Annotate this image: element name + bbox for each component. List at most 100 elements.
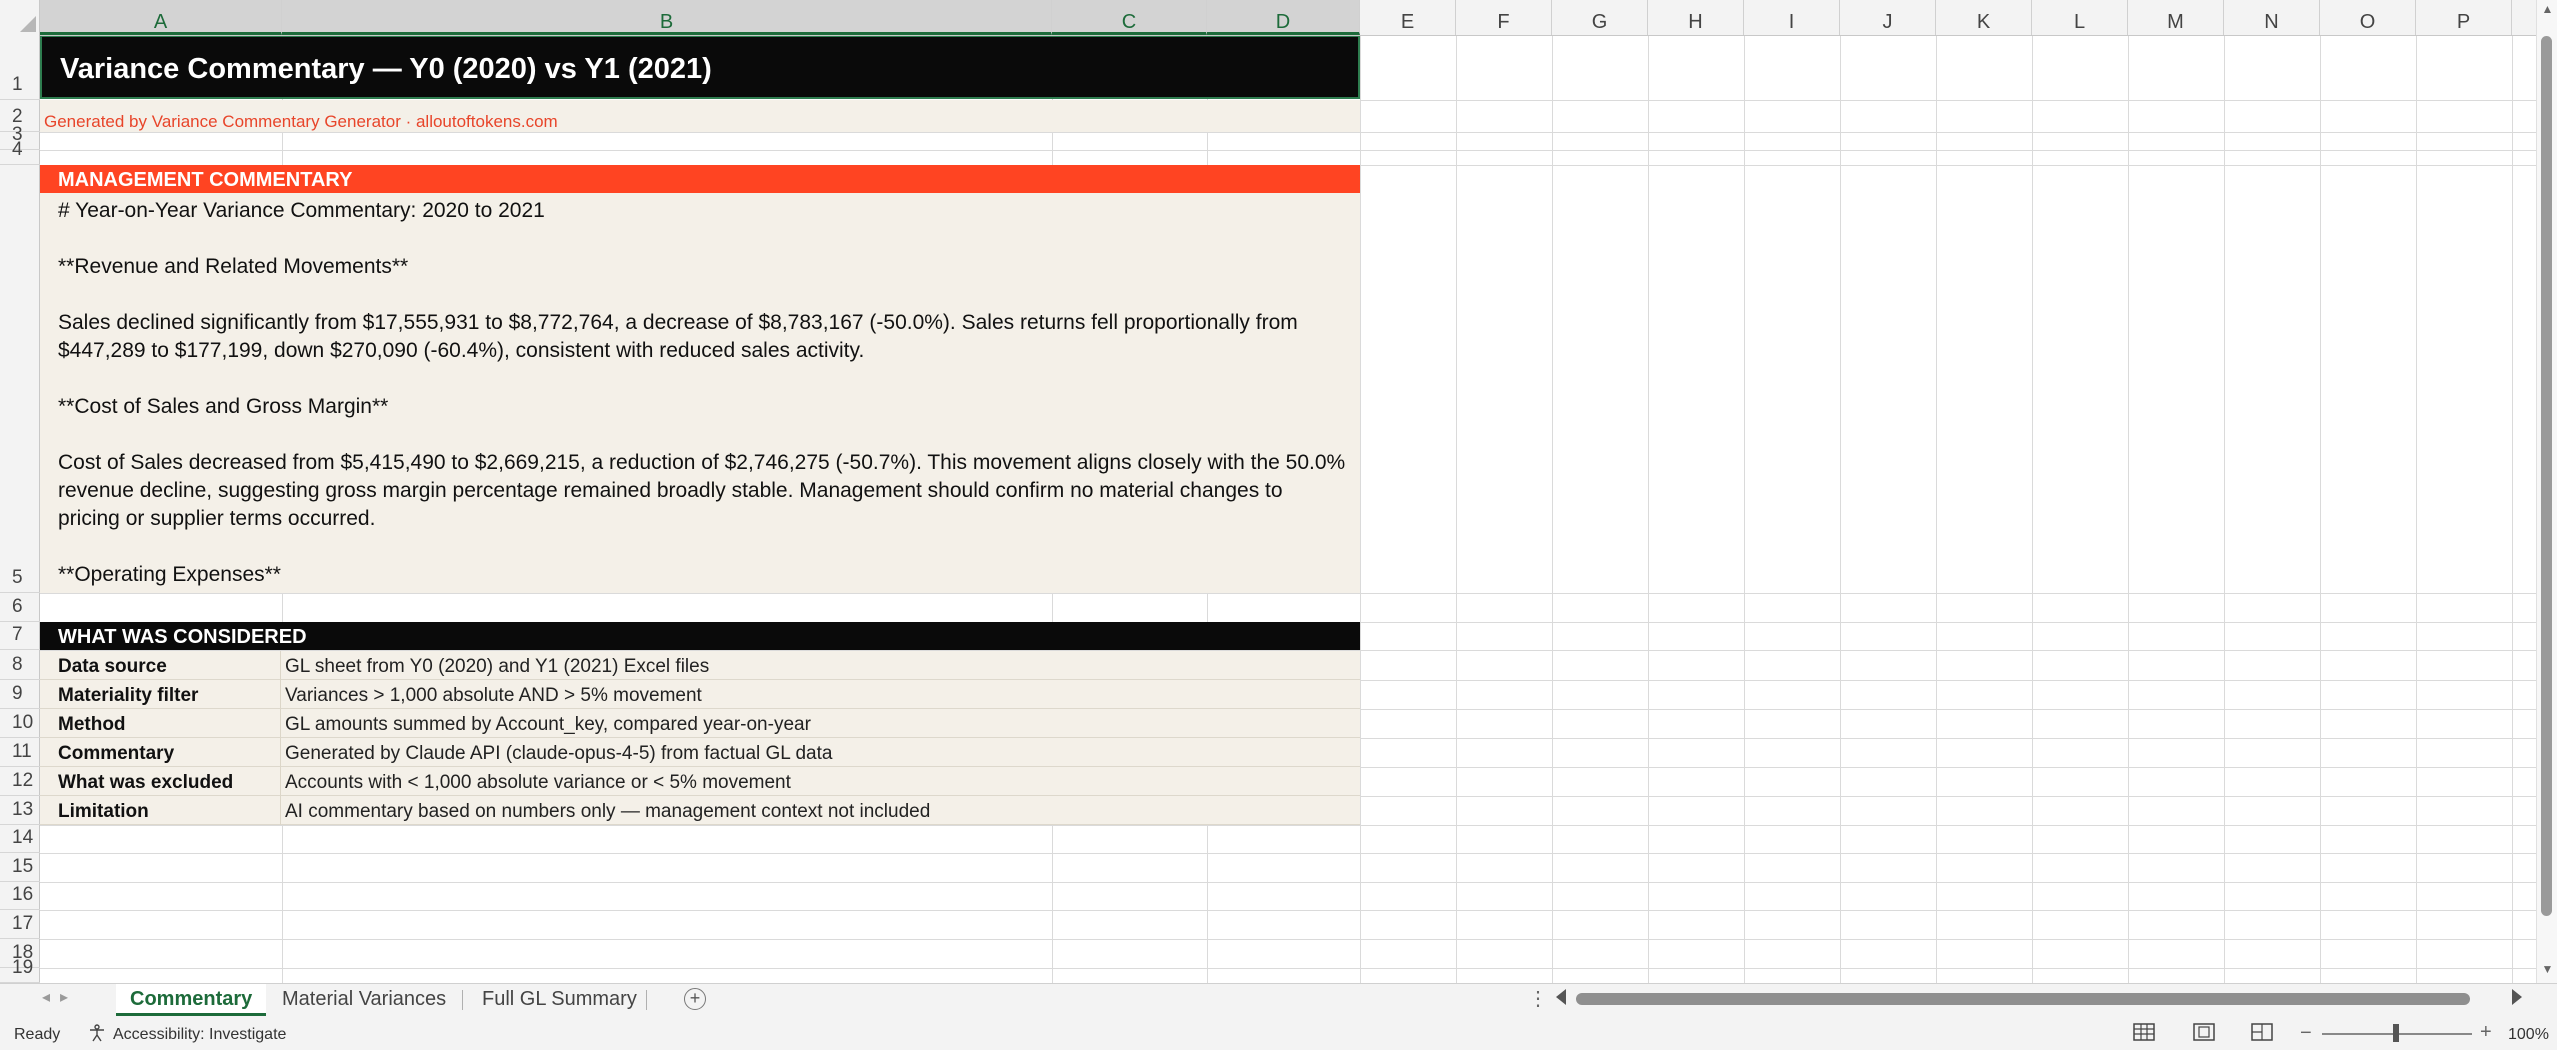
page-layout-view-icon[interactable]: [2192, 1022, 2216, 1042]
considered-value: GL sheet from Y0 (2020) and Y1 (2021) Ex…: [285, 656, 710, 677]
commentary-paragraph: Sales declined significantly from $17,55…: [58, 311, 1298, 362]
accessibility-icon[interactable]: [88, 1024, 106, 1042]
cell-divider: [280, 651, 281, 680]
tab-commentary[interactable]: Commentary: [116, 984, 267, 1016]
scroll-left-icon[interactable]: [1556, 989, 1566, 1005]
gridline: [1360, 0, 1361, 983]
row-header-14[interactable]: 14: [0, 825, 40, 853]
column-header-g[interactable]: G: [1552, 0, 1648, 35]
row-header-9[interactable]: 9: [0, 680, 40, 709]
gridline: [0, 939, 2536, 940]
zoom-level[interactable]: 100%: [2508, 1026, 2549, 1044]
column-header-e[interactable]: E: [1360, 0, 1456, 35]
scroll-up-icon[interactable]: ▲: [2537, 2, 2557, 16]
column-header-n[interactable]: N: [2224, 0, 2320, 35]
considered-row[interactable]: Data source GL sheet from Y0 (2020) and …: [40, 651, 1360, 680]
generated-by-cell[interactable]: Generated by Variance Commentary Generat…: [40, 100, 1360, 132]
sheet-tab-bar: ◂ ▸ Commentary Material Variances Full G…: [0, 983, 2557, 1016]
column-header-d[interactable]: D: [1207, 0, 1360, 35]
gridline: [2512, 0, 2513, 983]
row-header-11[interactable]: 11: [0, 738, 40, 767]
considered-value: Accounts with < 1,000 absolute variance …: [285, 772, 791, 793]
gridline: [1456, 0, 1457, 983]
vertical-scroll-thumb[interactable]: [2541, 36, 2552, 916]
accessibility-status[interactable]: Accessibility: Investigate: [113, 1026, 286, 1044]
considered-key: Data source: [58, 656, 167, 677]
considered-value: Variances > 1,000 absolute AND > 5% move…: [285, 685, 702, 706]
zoom-out-icon[interactable]: −: [2300, 1022, 2312, 1045]
column-header-h[interactable]: H: [1648, 0, 1744, 35]
cell-divider: [280, 738, 281, 767]
commentary-cell[interactable]: # Year-on-Year Variance Commentary: 2020…: [40, 193, 1360, 593]
row-header-15[interactable]: 15: [0, 853, 40, 882]
more-options-icon[interactable]: ⋮: [1528, 986, 1548, 1011]
row-header-5[interactable]: 5: [0, 165, 40, 593]
gridline: [2032, 0, 2033, 983]
considered-row[interactable]: What was excluded Accounts with < 1,000 …: [40, 767, 1360, 796]
considered-row[interactable]: Commentary Generated by Claude API (clau…: [40, 738, 1360, 767]
gridline: [1552, 0, 1553, 983]
considered-key: Materiality filter: [58, 685, 199, 706]
column-header-m[interactable]: M: [2128, 0, 2224, 35]
row-header-17[interactable]: 17: [0, 910, 40, 939]
column-header-c[interactable]: C: [1052, 0, 1207, 35]
gridline: [1744, 0, 1745, 983]
normal-view-icon[interactable]: [2132, 1022, 2156, 1042]
row-header-7[interactable]: 7: [0, 622, 40, 650]
row-header-19[interactable]: 19: [0, 957, 40, 983]
commentary-paragraph: Cost of Sales decreased from $5,415,490 …: [58, 451, 1346, 530]
considered-value: AI commentary based on numbers only — ma…: [285, 801, 931, 822]
row-header-16[interactable]: 16: [0, 882, 40, 910]
status-bar: Ready Accessibility: Investigate − + 100…: [0, 1016, 2557, 1050]
spreadsheet-grid[interactable]: Variance Commentary — Y0 (2020) vs Y1 (2…: [0, 0, 2536, 983]
gridline: [0, 853, 2536, 854]
commentary-paragraph: **Operating Expenses**: [58, 563, 281, 586]
tab-divider: [462, 990, 463, 1010]
gridline: [0, 593, 2536, 594]
column-header-k[interactable]: K: [1936, 0, 2032, 35]
management-commentary-header[interactable]: MANAGEMENT COMMENTARY: [40, 165, 1360, 193]
scroll-down-icon[interactable]: ▼: [2537, 962, 2557, 976]
zoom-in-icon[interactable]: +: [2480, 1021, 2492, 1044]
considered-row[interactable]: Method GL amounts summed by Account_key,…: [40, 709, 1360, 738]
column-header-a[interactable]: A: [40, 0, 282, 35]
row-header-4[interactable]: 4: [0, 139, 40, 165]
horizontal-scroll-thumb[interactable]: [1576, 993, 2470, 1005]
cell-divider: [280, 796, 281, 825]
column-header-bar: ABCDEFGHIJKLMNOP: [0, 0, 2536, 36]
column-header-l[interactable]: L: [2032, 0, 2128, 35]
column-header-f[interactable]: F: [1456, 0, 1552, 35]
zoom-slider-thumb[interactable]: [2393, 1024, 2399, 1042]
prev-sheet-icon[interactable]: ◂: [42, 987, 50, 1007]
page-break-view-icon[interactable]: [2250, 1022, 2274, 1042]
column-header-i[interactable]: I: [1744, 0, 1840, 35]
row-header-10[interactable]: 10: [0, 709, 40, 738]
row-header-6[interactable]: 6: [0, 593, 40, 622]
vertical-scrollbar[interactable]: ▲ ▼: [2536, 0, 2557, 983]
considered-row[interactable]: Limitation AI commentary based on number…: [40, 796, 1360, 825]
next-sheet-icon[interactable]: ▸: [60, 987, 68, 1007]
title-cell[interactable]: Variance Commentary — Y0 (2020) vs Y1 (2…: [40, 35, 1360, 99]
scroll-right-icon[interactable]: [2512, 989, 2522, 1005]
gridline: [2416, 0, 2417, 983]
row-header-13[interactable]: 13: [0, 796, 40, 825]
row-header-1[interactable]: 1: [0, 35, 40, 100]
status-ready-text: Ready: [14, 1026, 61, 1043]
select-all-corner[interactable]: [0, 0, 40, 35]
add-sheet-icon[interactable]: +: [684, 988, 706, 1010]
column-header-j[interactable]: J: [1840, 0, 1936, 35]
horizontal-scrollbar[interactable]: [1572, 993, 2472, 1006]
row-header-12[interactable]: 12: [0, 767, 40, 796]
considered-row[interactable]: Materiality filter Variances > 1,000 abs…: [40, 680, 1360, 709]
tab-divider: [646, 990, 647, 1010]
column-header-p[interactable]: P: [2416, 0, 2512, 35]
column-header-o[interactable]: O: [2320, 0, 2416, 35]
tab-material-variances[interactable]: Material Variances: [268, 984, 460, 1016]
row-header-8[interactable]: 8: [0, 650, 40, 680]
considered-value: GL amounts summed by Account_key, compar…: [285, 714, 811, 735]
gridline: [0, 968, 2536, 969]
what-was-considered-header[interactable]: WHAT WAS CONSIDERED: [40, 622, 1360, 650]
tab-full-gl-summary[interactable]: Full GL Summary: [468, 984, 651, 1016]
column-header-b[interactable]: B: [282, 0, 1052, 35]
gridline: [0, 910, 2536, 911]
